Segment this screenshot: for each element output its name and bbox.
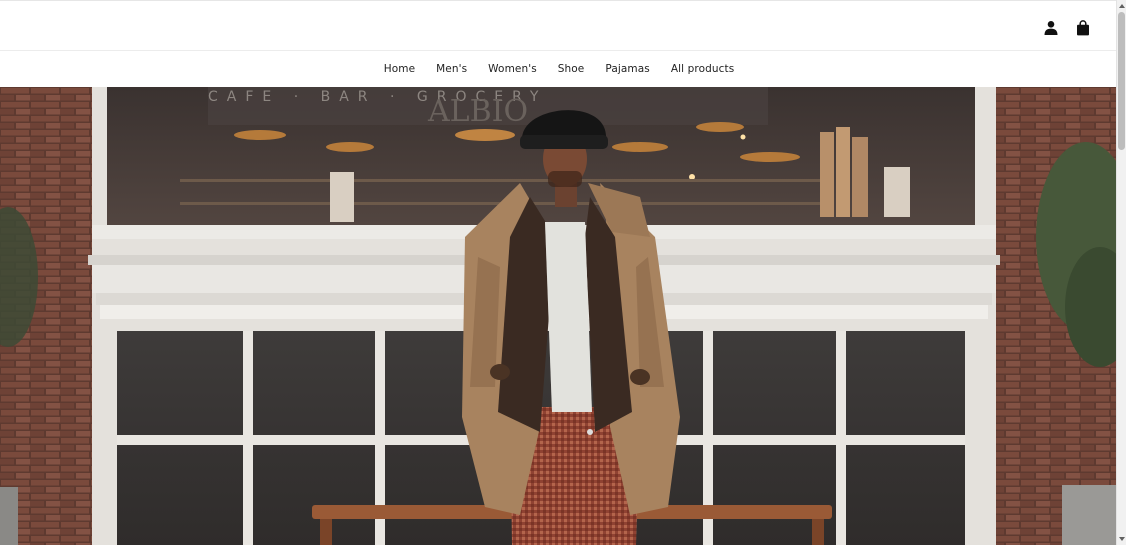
nav-item-all-products[interactable]: All products bbox=[660, 63, 744, 75]
nav-item-home[interactable]: Home bbox=[373, 63, 425, 75]
scroll-down-arrow-icon[interactable] bbox=[1118, 535, 1126, 543]
nav-list: Home Men's Women's Shoe Pajamas All prod… bbox=[371, 63, 745, 75]
hero-photo: CAFE · BAR · GROCERY ALBIO bbox=[0, 87, 1116, 545]
storefront-name: ALBIO bbox=[427, 94, 528, 129]
top-header bbox=[0, 0, 1116, 51]
user-icon[interactable] bbox=[1043, 20, 1059, 36]
viewport: Home Men's Women's Shoe Pajamas All prod… bbox=[0, 0, 1116, 545]
nav-item-pajamas[interactable]: Pajamas bbox=[595, 63, 660, 75]
page: Home Men's Women's Shoe Pajamas All prod… bbox=[0, 0, 1126, 545]
scrollbar-thumb[interactable] bbox=[1118, 12, 1125, 150]
hero-image: CAFE · BAR · GROCERY ALBIO bbox=[0, 87, 1116, 545]
nav-item-shoe[interactable]: Shoe bbox=[547, 63, 595, 75]
shopping-bag-icon[interactable] bbox=[1075, 20, 1091, 36]
nav-item-womens[interactable]: Women's bbox=[478, 63, 548, 75]
main-nav: Home Men's Women's Shoe Pajamas All prod… bbox=[0, 51, 1116, 87]
nav-item-mens[interactable]: Men's bbox=[426, 63, 478, 75]
scroll-up-arrow-icon[interactable] bbox=[1118, 2, 1126, 10]
vertical-scrollbar[interactable] bbox=[1116, 0, 1126, 545]
